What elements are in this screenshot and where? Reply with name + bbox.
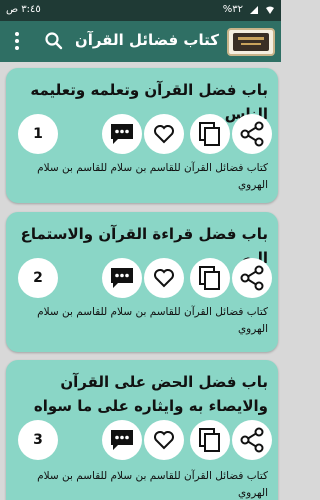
comment-icon [111, 430, 133, 450]
search-icon[interactable] [42, 29, 66, 53]
comment-icon [111, 124, 133, 144]
app-logo [227, 28, 275, 56]
chapter-list: باب فضل القرآن وتعلمه وتعليمه الناس 1 كت… [0, 62, 281, 500]
copy-button[interactable] [190, 114, 230, 154]
app-title: كتاب فضائل القرآن للقا... [76, 31, 219, 49]
share-icon [240, 427, 264, 453]
overflow-menu-icon[interactable] [4, 27, 30, 55]
chapter-title: باب فضل الحض على القرآن والايصاء به وايث… [33, 373, 268, 415]
heart-icon [154, 125, 174, 144]
favorite-button[interactable] [144, 420, 184, 460]
chapter-number-badge: 3 [18, 420, 58, 460]
share-button[interactable] [232, 114, 272, 154]
chapter-number-badge: 2 [18, 258, 58, 298]
card-actions: 2 [12, 258, 272, 298]
share-button[interactable] [232, 258, 272, 298]
wifi-icon [266, 6, 274, 14]
copy-icon [199, 266, 220, 290]
chapter-subtitle: كتاب فضائل القرآن للقاسم بن سلام للقاسم … [37, 306, 268, 335]
favorite-button[interactable] [144, 114, 184, 154]
chapter-card[interactable]: باب فضل قراءة القرآن والاستماع اليه 2 كت… [6, 212, 278, 352]
copy-icon [199, 122, 220, 146]
status-time: ٣:٤٥ ص [6, 4, 41, 15]
comment-button[interactable] [102, 420, 142, 460]
card-actions: 1 [12, 114, 272, 154]
copy-icon [199, 428, 220, 452]
share-icon [240, 265, 264, 291]
share-icon [240, 121, 264, 147]
signal-icon [250, 5, 258, 14]
app-toolbar: كتاب فضائل القرآن للقا... [0, 21, 281, 62]
chapter-subtitle: كتاب فضائل القرآن للقاسم بن سلام للقاسم … [37, 162, 268, 191]
status-bar: ٣:٤٥ ص %٣٢ [0, 0, 281, 21]
status-indicators: %٣٢ [223, 4, 275, 15]
comment-button[interactable] [102, 258, 142, 298]
favorite-button[interactable] [144, 258, 184, 298]
share-button[interactable] [232, 420, 272, 460]
heart-icon [154, 431, 174, 450]
heart-icon [154, 269, 174, 288]
chapter-number-badge: 1 [18, 114, 58, 154]
comment-button[interactable] [102, 114, 142, 154]
card-actions: 3 [12, 420, 272, 460]
chapter-subtitle: كتاب فضائل القرآن للقاسم بن سلام للقاسم … [37, 470, 268, 499]
chapter-card[interactable]: باب فضل الحض على القرآن والايصاء به وايث… [6, 360, 278, 500]
battery-percent: %٣٢ [222, 4, 243, 15]
copy-button[interactable] [190, 420, 230, 460]
comment-icon [111, 268, 133, 288]
copy-button[interactable] [190, 258, 230, 298]
chapter-card[interactable]: باب فضل القرآن وتعلمه وتعليمه الناس 1 كت… [6, 68, 278, 203]
